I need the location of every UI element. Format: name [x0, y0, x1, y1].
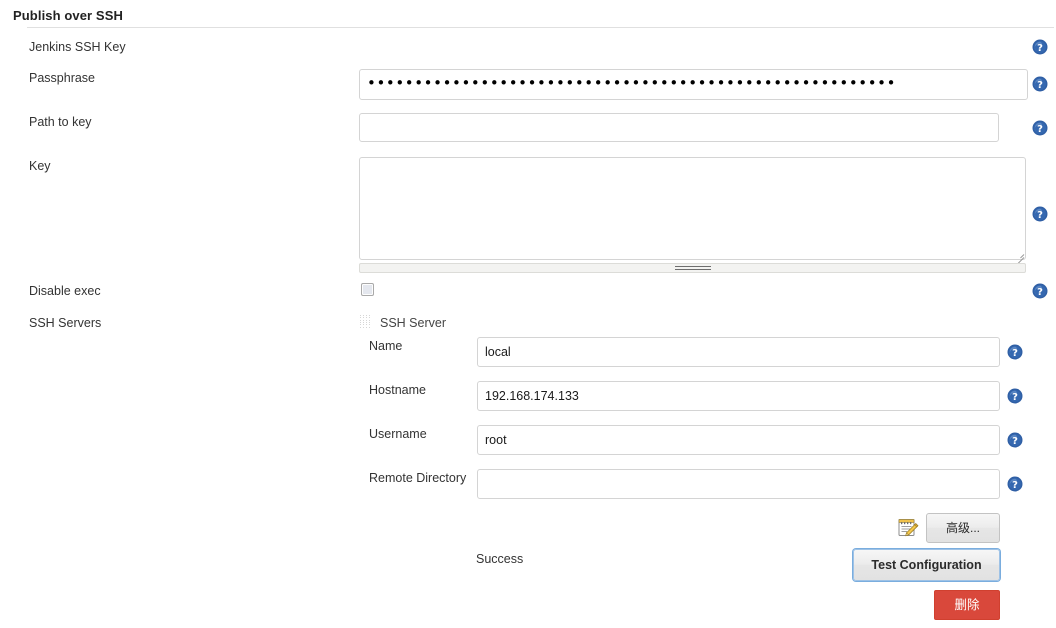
svg-text:?: ?	[1012, 348, 1018, 359]
help-icon-server-hostname[interactable]: ?	[1007, 388, 1023, 404]
key-textarea[interactable]	[359, 157, 1026, 260]
advanced-button[interactable]: 高级...	[926, 513, 1000, 543]
svg-text:?: ?	[1037, 287, 1043, 298]
server-remote-directory-input[interactable]	[477, 469, 1000, 499]
ssh-server-title: SSH Server	[380, 316, 446, 330]
help-icon-jenkins-ssh-key[interactable]: ?	[1032, 39, 1048, 55]
delete-button[interactable]: 删除	[934, 590, 1000, 620]
help-icon-server-username[interactable]: ?	[1007, 432, 1023, 448]
resize-grip-lines	[674, 264, 711, 272]
jenkins-ssh-key-label: Jenkins SSH Key	[29, 40, 126, 54]
server-name-input[interactable]	[477, 337, 1000, 367]
ssh-servers-label: SSH Servers	[29, 316, 102, 330]
test-configuration-button[interactable]: Test Configuration	[853, 549, 1000, 581]
svg-text:?: ?	[1037, 80, 1043, 91]
disable-exec-checkbox[interactable]	[361, 283, 374, 296]
server-name-label: Name	[369, 339, 403, 353]
server-remote-directory-label: Remote Directory	[369, 471, 467, 485]
key-field-resize-bar[interactable]	[359, 263, 1026, 273]
help-icon-path-to-key[interactable]: ?	[1032, 120, 1048, 136]
server-username-label: Username	[369, 427, 427, 441]
passphrase-input[interactable]: ••••••••••••••••••••••••••••••••••••••••…	[359, 69, 1028, 100]
key-label: Key	[29, 159, 51, 173]
passphrase-label: Passphrase	[29, 71, 96, 85]
help-icon-passphrase[interactable]: ?	[1032, 76, 1048, 92]
svg-text:?: ?	[1012, 480, 1018, 491]
help-icon-server-remote-directory[interactable]: ?	[1007, 476, 1023, 492]
help-icon-server-name[interactable]: ?	[1007, 344, 1023, 360]
help-icon-disable-exec[interactable]: ?	[1032, 283, 1048, 299]
server-hostname-label: Hostname	[369, 383, 426, 397]
disable-exec-label: Disable exec	[29, 284, 101, 298]
server-hostname-input[interactable]	[477, 381, 1000, 411]
notepad-pencil-icon	[896, 516, 919, 538]
header-divider	[27, 27, 1054, 28]
path-to-key-input[interactable]	[359, 113, 999, 142]
svg-text:?: ?	[1037, 124, 1043, 135]
passphrase-masked-value: ••••••••••••••••••••••••••••••••••••••••…	[367, 74, 897, 92]
svg-text:?: ?	[1012, 436, 1018, 447]
help-icon-key[interactable]: ?	[1032, 206, 1048, 222]
svg-text:?: ?	[1037, 43, 1043, 54]
svg-text:?: ?	[1037, 210, 1043, 221]
path-to-key-label: Path to key	[29, 115, 92, 129]
svg-text:?: ?	[1012, 392, 1018, 403]
server-username-input[interactable]	[477, 425, 1000, 455]
drag-handle-icon[interactable]	[360, 315, 371, 328]
page-title: Publish over SSH	[13, 8, 123, 23]
status-badge: Success	[476, 552, 524, 566]
